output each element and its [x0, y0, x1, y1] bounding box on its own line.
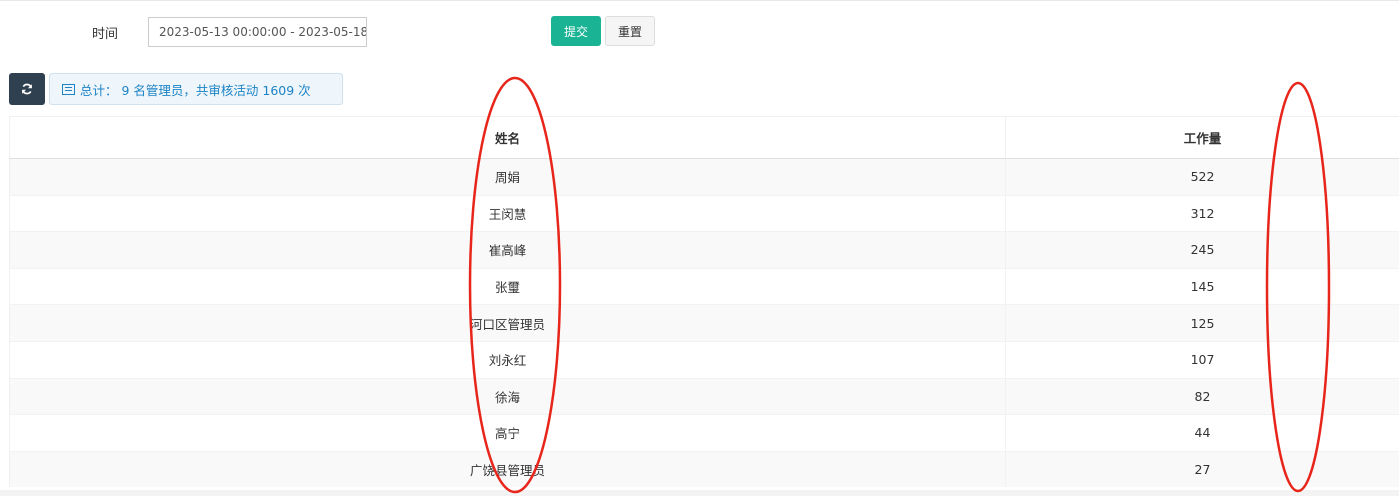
- table-row: 王闵慧 312: [9, 194, 1399, 232]
- table-row: 河口区管理员 125: [9, 304, 1399, 342]
- column-header-name[interactable]: 姓名: [9, 116, 1006, 159]
- table-row: 高宁 44: [9, 414, 1399, 452]
- time-label: 时间: [92, 27, 119, 42]
- cell-name: 高宁: [9, 414, 1006, 452]
- cell-name: 徐海: [9, 377, 1006, 415]
- cell-workload: 145: [1005, 267, 1399, 305]
- date-range-input[interactable]: 2023-05-13 00:00:00 - 2023-05-18 2: [148, 17, 367, 47]
- table-row: 徐海 82: [9, 377, 1399, 415]
- top-divider: [0, 0, 1399, 1]
- cell-workload: 125: [1005, 304, 1399, 342]
- cell-workload: 312: [1005, 194, 1399, 232]
- cell-workload: 107: [1005, 340, 1399, 379]
- cell-workload: 245: [1005, 231, 1399, 269]
- cell-workload: 522: [1005, 158, 1399, 196]
- bottom-divider: [0, 490, 1399, 496]
- column-header-workload[interactable]: 工作量: [1005, 116, 1399, 159]
- summary-text: 总计： 9 名管理员，共审核活动 1609 次: [80, 82, 311, 98]
- table-row: 崔高峰 245: [9, 231, 1399, 269]
- refresh-icon: [22, 83, 32, 95]
- cell-name: 王闵慧: [9, 194, 1006, 232]
- cell-workload: 27: [1005, 450, 1399, 488]
- table-row: 广饶县管理员 27: [9, 450, 1399, 488]
- table-row: 刘永红 107: [9, 340, 1399, 379]
- summary-badge: 总计： 9 名管理员，共审核活动 1609 次: [49, 73, 343, 105]
- date-range-value: 2023-05-13 00:00:00 - 2023-05-18 2: [159, 25, 367, 39]
- cell-workload: 82: [1005, 377, 1399, 415]
- table-row: 张璽 145: [9, 267, 1399, 305]
- cell-name: 周娟: [9, 158, 1006, 196]
- cell-name: 张璽: [9, 267, 1006, 305]
- cell-workload: 44: [1005, 414, 1399, 452]
- cell-name: 刘永红: [9, 340, 1006, 379]
- admin-workload-table: 姓名 工作量 周娟 522 王闵慧 312 崔高峰 245 张璽 145 河口区管理员 125 刘永…: [9, 116, 1399, 488]
- table-header-row: 姓名 工作量: [9, 116, 1399, 159]
- refresh-button[interactable]: [9, 73, 45, 105]
- cell-name: 崔高峰: [9, 231, 1006, 269]
- table-row: 周娟 522: [9, 158, 1399, 196]
- cell-name: 河口区管理员: [9, 304, 1006, 342]
- submit-button[interactable]: 提交: [551, 16, 601, 46]
- list-icon: [62, 83, 75, 95]
- cell-name: 广饶县管理员: [9, 450, 1006, 488]
- reset-button[interactable]: 重置: [605, 16, 655, 46]
